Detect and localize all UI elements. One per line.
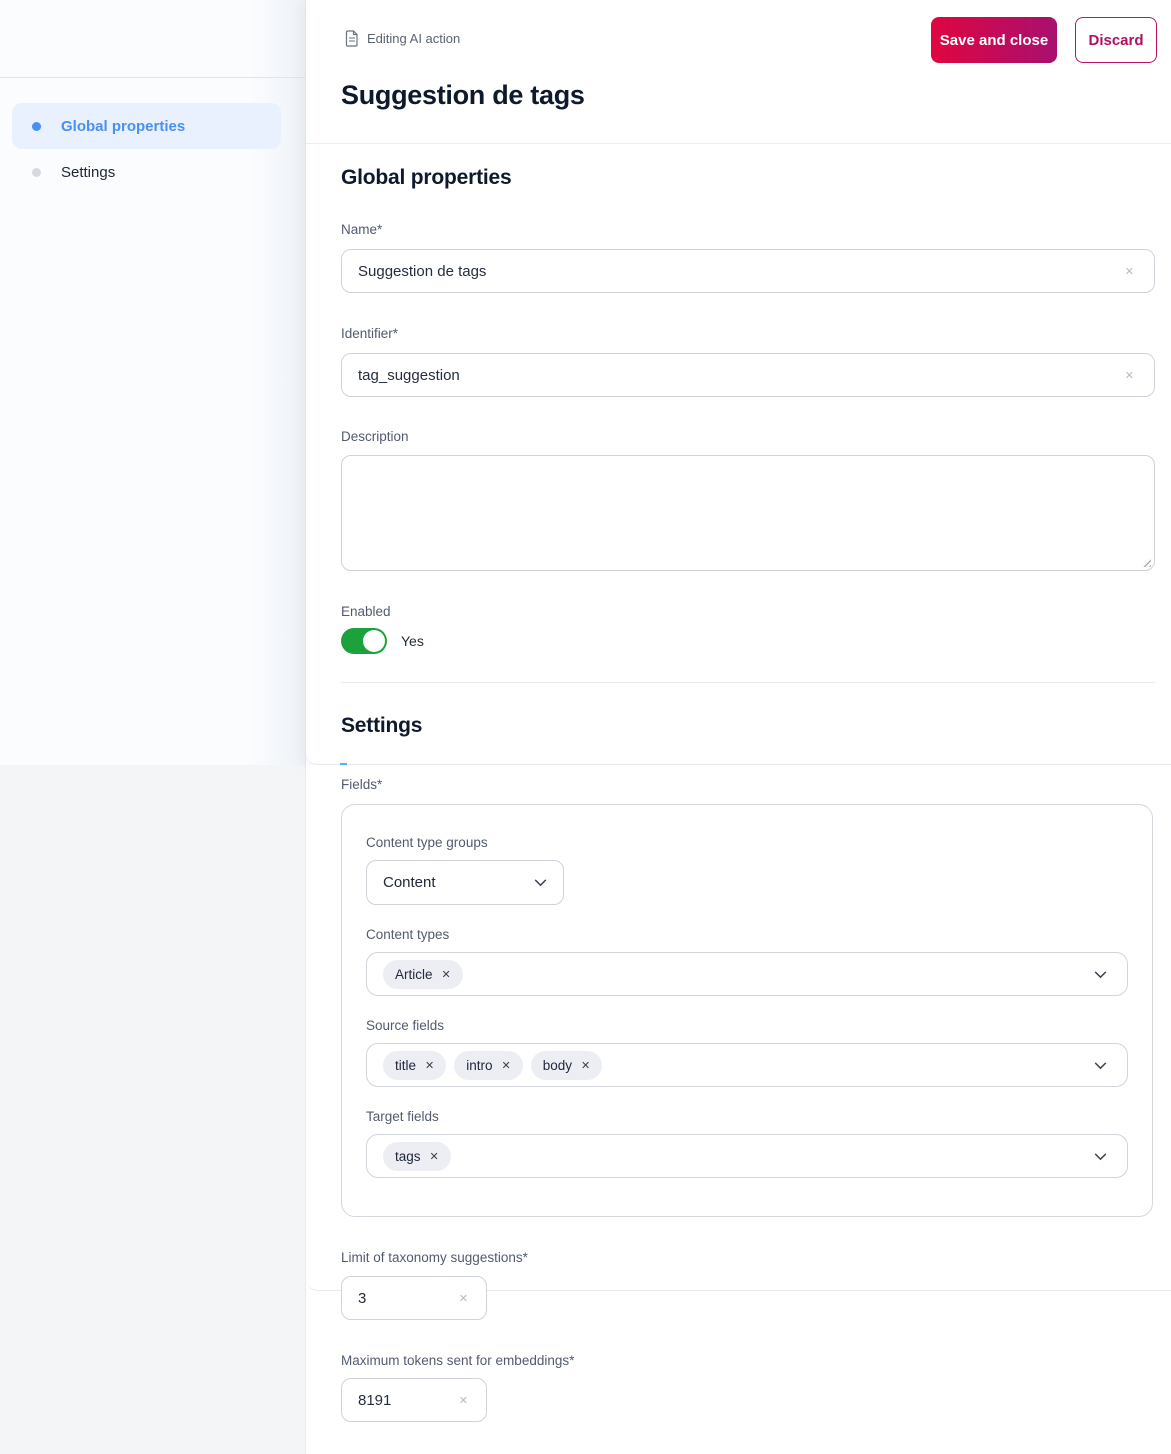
selected-tags: title ✕ intro ✕ body ✕ — [383, 1050, 1084, 1080]
name-value: Suggestion de tags — [358, 262, 487, 280]
selected-tags: Article ✕ — [383, 959, 1084, 989]
anchor-nav: Global properties Settings — [12, 103, 281, 195]
sidebar-item-global-properties[interactable]: Global properties — [12, 103, 281, 149]
inactive-dot-icon — [32, 167, 41, 177]
name-field[interactable]: Suggestion de tags ✕ — [341, 249, 1155, 293]
identifier-field[interactable]: tag_suggestion ✕ — [341, 353, 1155, 397]
identifier-value: tag_suggestion — [358, 366, 460, 384]
context-label: Editing AI action — [367, 31, 461, 46]
clear-identifier-icon[interactable]: ✕ — [1121, 365, 1138, 386]
left-rail: Global properties Settings — [0, 0, 306, 1454]
selected-tag-pill: intro ✕ — [454, 1050, 523, 1080]
save-and-close-button[interactable]: Save and close — [931, 17, 1057, 63]
sidebar-item-label: Global properties — [61, 117, 186, 135]
global-properties-heading: Global properties — [341, 166, 512, 189]
enabled-state-label: Yes — [401, 633, 424, 649]
max-tokens-label: Maximum tokens sent for embeddings* — [341, 1353, 575, 1368]
clear-limit-icon[interactable]: ✕ — [455, 1288, 472, 1309]
content-type-groups-group: Content type groups Content — [366, 835, 1128, 905]
chevron-down-icon — [532, 874, 549, 891]
source-fields-label: Source fields — [366, 1018, 445, 1033]
numeric-settings-panel: Limit of taxonomy suggestions* 3 ✕ Maxim… — [306, 1250, 1171, 1454]
active-dot-icon — [32, 121, 41, 131]
settings-heading: Settings — [341, 714, 423, 737]
sidebar-item-label: Settings — [61, 163, 116, 181]
source-fields-select[interactable]: title ✕ intro ✕ body ✕ — [366, 1043, 1128, 1087]
content-types-label: Content types — [366, 927, 450, 942]
content-types-select[interactable]: Article ✕ — [366, 952, 1128, 996]
enabled-label: Enabled — [341, 604, 391, 619]
content-type-groups-label: Content type groups — [366, 835, 488, 850]
settings-panel: Fields* Content type groups Content Cont… — [306, 765, 1171, 1291]
clear-name-icon[interactable]: ✕ — [1121, 261, 1138, 282]
document-icon — [345, 30, 359, 47]
remove-tag-icon[interactable]: ✕ — [442, 968, 451, 981]
target-fields-select[interactable]: tags ✕ — [366, 1134, 1128, 1178]
limit-field[interactable]: 3 ✕ — [341, 1276, 487, 1320]
resize-handle-icon[interactable] — [1140, 556, 1151, 567]
remove-tag-icon[interactable]: ✕ — [581, 1059, 590, 1072]
rail-divider — [0, 77, 305, 78]
name-label: Name* — [341, 222, 383, 237]
title-divider — [306, 143, 1171, 144]
selected-tag-pill: body ✕ — [530, 1050, 603, 1080]
chevron-down-icon — [1092, 1057, 1109, 1074]
tag-label: Article — [395, 966, 433, 982]
limit-label: Limit of taxonomy suggestions* — [341, 1250, 528, 1265]
max-tokens-value: 8191 — [358, 1391, 392, 1409]
content-type-groups-value: Content — [383, 874, 436, 891]
toggle-knob — [363, 630, 385, 652]
selected-tag-pill: Article ✕ — [383, 959, 463, 989]
target-fields-group: Target fields tags ✕ — [366, 1109, 1128, 1178]
remove-tag-icon[interactable]: ✕ — [425, 1059, 434, 1072]
content-types-group: Content types Article ✕ — [366, 927, 1128, 996]
selected-tag-pill: tags ✕ — [383, 1141, 451, 1171]
section-divider — [341, 682, 1155, 683]
target-fields-label: Target fields — [366, 1109, 439, 1124]
sidebar-item-settings[interactable]: Settings — [12, 149, 281, 195]
selected-tag-pill: title ✕ — [383, 1050, 447, 1080]
enabled-toggle[interactable] — [341, 628, 387, 654]
source-fields-group: Source fields title ✕ intro ✕ body ✕ — [366, 1018, 1128, 1087]
context-breadcrumb: Editing AI action — [345, 30, 460, 47]
tag-label: body — [542, 1057, 572, 1073]
selected-tags: tags ✕ — [383, 1141, 1084, 1171]
global-properties-panel: Editing AI action Save and close Discard… — [306, 0, 1171, 766]
tag-label: title — [395, 1057, 417, 1073]
clear-max-tokens-icon[interactable]: ✕ — [455, 1390, 472, 1411]
identifier-label: Identifier* — [341, 326, 399, 341]
limit-value: 3 — [358, 1289, 367, 1307]
content-type-groups-select[interactable]: Content — [366, 860, 564, 905]
description-label: Description — [341, 429, 409, 444]
max-tokens-field[interactable]: 8191 ✕ — [341, 1378, 487, 1422]
discard-button[interactable]: Discard — [1075, 17, 1157, 63]
chevron-down-icon — [1092, 966, 1109, 983]
remove-tag-icon[interactable]: ✕ — [502, 1059, 511, 1072]
fields-label: Fields* — [341, 777, 383, 792]
remove-tag-icon[interactable]: ✕ — [430, 1150, 439, 1163]
tag-label: intro — [466, 1057, 493, 1073]
page-title: Suggestion de tags — [341, 80, 585, 110]
fields-group-card: Content type groups Content Content type… — [341, 804, 1153, 1217]
description-textarea[interactable] — [341, 455, 1155, 571]
chevron-down-icon — [1092, 1148, 1109, 1165]
tag-label: tags — [395, 1148, 421, 1164]
